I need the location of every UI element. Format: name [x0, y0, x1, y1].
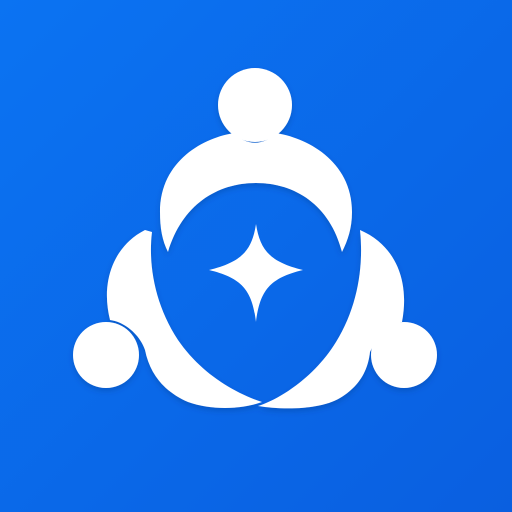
app-icon [0, 0, 512, 512]
app-icon-canvas [0, 0, 512, 512]
top-person-head [218, 68, 292, 142]
left-person-head [73, 322, 139, 388]
